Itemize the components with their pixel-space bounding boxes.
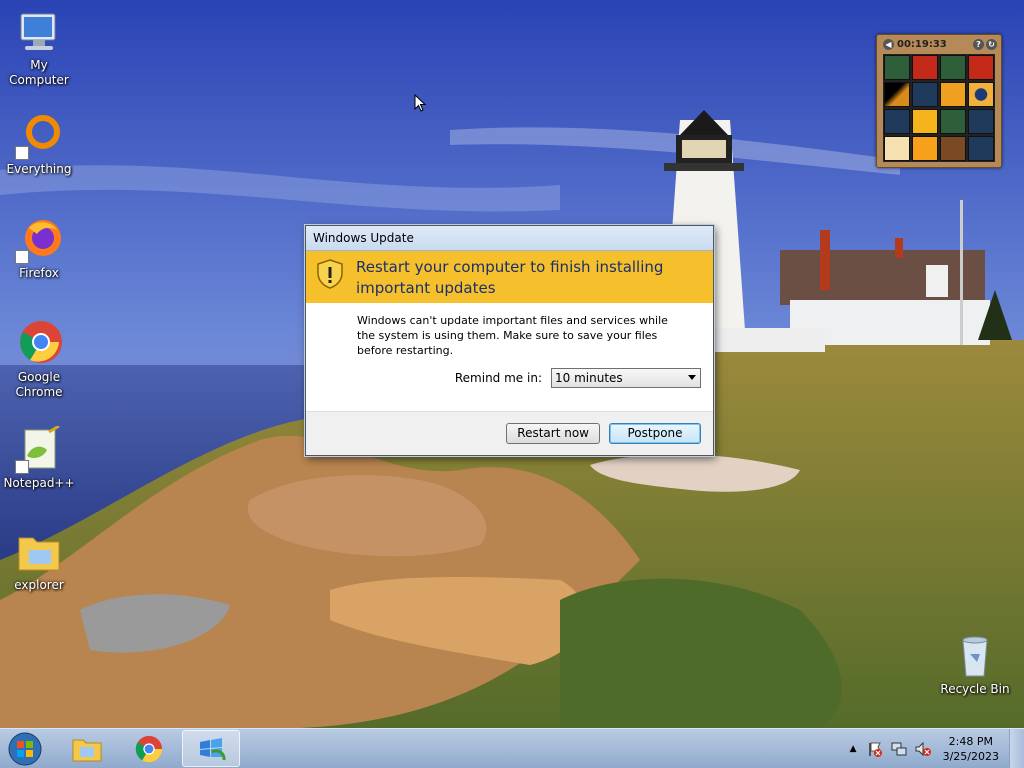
desktop-icon-label: My Computer <box>9 58 69 87</box>
computer-icon <box>15 8 63 56</box>
puzzle-tile[interactable] <box>884 82 910 107</box>
gadget-restart-icon[interactable]: ↻ <box>986 38 997 50</box>
shortcut-arrow-icon <box>15 460 29 474</box>
dialog-title[interactable]: Windows Update <box>306 226 713 251</box>
gadget-help-icon[interactable]: ? <box>973 38 984 50</box>
gadget-header: ◀ 00:19:33 ? ↻ <box>877 35 1001 53</box>
dialog-message: Windows can't update important files and… <box>357 314 668 357</box>
taskbar-explorer-button[interactable] <box>58 730 116 767</box>
dialog-headline-line1: Restart your computer to finish installi… <box>356 258 664 276</box>
windows-update-icon <box>200 737 226 760</box>
action-center-flag-icon[interactable] <box>867 741 883 757</box>
desktop-icon-label: Firefox <box>19 266 59 280</box>
remind-dropdown[interactable]: 10 minutes <box>551 368 701 388</box>
recycle-bin-icon <box>951 632 999 680</box>
puzzle-tile[interactable] <box>912 55 938 80</box>
desktop-icon-label: Everything <box>6 162 72 176</box>
desktop-icon-recycle-bin[interactable]: Recycle Bin <box>936 632 1014 697</box>
notepadpp-icon <box>15 424 63 474</box>
firefox-icon <box>15 216 63 264</box>
chrome-icon <box>135 735 163 762</box>
dialog-headline: Restart your computer to finish installi… <box>356 257 663 299</box>
restart-now-button[interactable]: Restart now <box>506 423 600 444</box>
chevron-down-icon <box>688 375 696 380</box>
puzzle-tile[interactable] <box>884 136 910 161</box>
show-desktop-button[interactable] <box>1009 729 1024 768</box>
puzzle-tile[interactable] <box>940 109 966 134</box>
shortcut-arrow-icon <box>15 250 29 264</box>
clock-date: 3/25/2023 <box>942 750 999 763</box>
puzzle-tile[interactable] <box>884 109 910 134</box>
remind-label: Remind me in: <box>454 370 542 385</box>
taskbar-clock[interactable]: 2:48 PM 3/25/2023 <box>935 734 1009 764</box>
puzzle-tile[interactable] <box>968 136 994 161</box>
clock-time: 2:48 PM <box>948 735 993 748</box>
folder-icon <box>15 528 63 576</box>
explorer-icon <box>72 739 102 761</box>
dialog-headline-line2: important updates <box>356 279 496 297</box>
desktop-icon-explorer[interactable]: explorer <box>0 528 78 593</box>
puzzle-tile[interactable] <box>968 55 994 80</box>
chrome-icon <box>15 320 63 368</box>
windows-update-dialog: Windows Update Restart your computer to … <box>305 225 714 456</box>
desktop-icon-label: explorer <box>14 578 64 592</box>
desktop-icon-notepadpp[interactable]: Notepad++ <box>0 424 78 491</box>
desktop-icon-google-chrome[interactable]: Google Chrome <box>0 320 78 400</box>
taskbar-windows-update-button[interactable] <box>182 730 240 767</box>
start-orb-icon[interactable] <box>6 731 44 767</box>
show-hidden-icons-icon[interactable]: ▲ <box>850 744 857 754</box>
puzzle-board <box>883 54 995 162</box>
desktop-icon-my-computer[interactable]: My Computer <box>0 8 78 88</box>
puzzle-tile[interactable] <box>968 82 994 107</box>
dialog-banner: Restart your computer to finish installi… <box>306 251 713 303</box>
puzzle-tile[interactable] <box>912 109 938 134</box>
puzzle-tile[interactable] <box>884 55 910 80</box>
puzzle-tile[interactable] <box>912 136 938 161</box>
desktop-icon-everything[interactable]: Everything <box>0 112 78 177</box>
dialog-body: Windows can't update important files and… <box>306 303 713 411</box>
puzzle-tile[interactable] <box>940 136 966 161</box>
warning-shield-icon <box>317 259 343 289</box>
gadget-timer: 00:19:33 <box>897 38 947 50</box>
shortcut-arrow-icon <box>15 146 29 160</box>
gadget-back-icon[interactable]: ◀ <box>883 38 894 50</box>
everything-icon <box>15 112 63 160</box>
dialog-footer: Restart now Postpone <box>306 411 713 455</box>
puzzle-tile[interactable] <box>968 109 994 134</box>
taskbar-chrome-button[interactable] <box>120 730 178 767</box>
system-tray: ▲ 2:48 PM 3/25/2023 <box>850 729 1024 768</box>
puzzle-tile[interactable] <box>912 82 938 107</box>
mouse-cursor-icon <box>414 94 426 112</box>
network-icon[interactable] <box>891 741 907 757</box>
desktop-icon-label: Recycle Bin <box>940 682 1010 696</box>
desktop-icon-label: Google Chrome <box>15 370 63 399</box>
remind-row: Remind me in: 10 minutes <box>357 368 701 388</box>
taskbar: ▲ 2:48 PM 3/25/2023 <box>0 728 1024 768</box>
remind-dropdown-value: 10 minutes <box>555 370 623 385</box>
postpone-button[interactable]: Postpone <box>609 423 701 444</box>
puzzle-gadget[interactable]: ◀ 00:19:33 ? ↻ <box>876 34 1002 168</box>
desktop-icon-firefox[interactable]: Firefox <box>0 216 78 281</box>
volume-muted-icon[interactable] <box>915 741 931 757</box>
puzzle-tile[interactable] <box>940 55 966 80</box>
desktop-icon-label: Notepad++ <box>3 476 75 490</box>
puzzle-tile[interactable] <box>940 82 966 107</box>
